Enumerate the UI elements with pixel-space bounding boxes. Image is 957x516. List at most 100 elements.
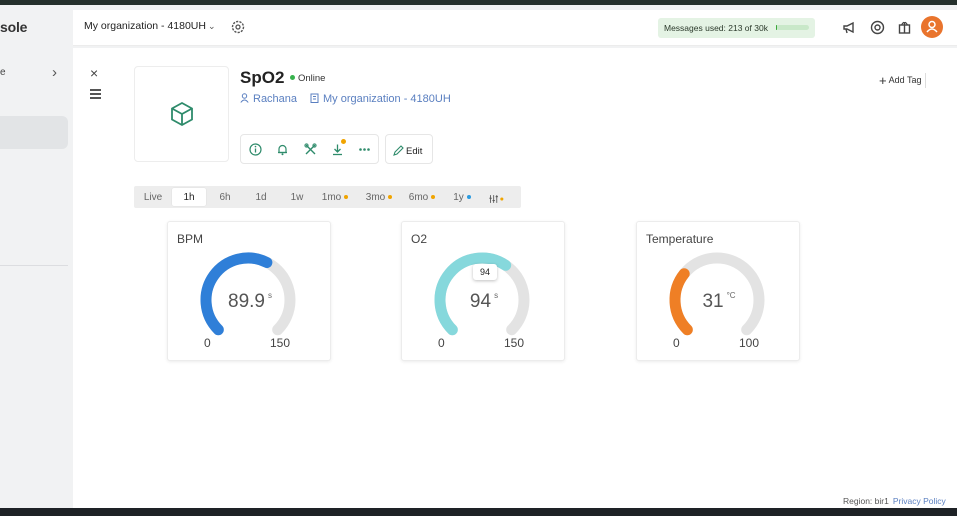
region-label: Region: bir1 xyxy=(843,496,889,506)
menu-icon[interactable] xyxy=(90,89,101,99)
sidebar-item-label: e xyxy=(0,67,6,78)
close-icon[interactable]: × xyxy=(90,65,98,81)
gauge-tooltip: 94 xyxy=(473,264,497,280)
range-tab-dot xyxy=(431,195,436,199)
chevron-down-icon: ⌄ xyxy=(207,21,216,31)
gauge-card-bpm[interactable]: BPM 89.9 s 0 150 xyxy=(167,221,331,361)
device-actions-toolbar xyxy=(240,134,379,164)
range-tab-6mo[interactable]: 6mo xyxy=(402,188,442,206)
gear-icon[interactable] xyxy=(230,19,246,35)
range-tab-dot xyxy=(388,195,393,199)
top-header: My organization - 4180UH ⌄ Messages used:… xyxy=(73,10,957,46)
window-bottom-strip xyxy=(0,508,957,516)
gauge-min: 0 xyxy=(204,336,211,350)
gauge-value: 31 °C xyxy=(637,291,801,313)
gauge-unit: s xyxy=(494,291,499,300)
range-tab-label: 3mo xyxy=(365,192,386,203)
gauge-value-number: 89.9 xyxy=(228,291,265,312)
gauge-value: 89.9 s xyxy=(168,291,332,313)
organization-selector-label: My organization - 4180UH xyxy=(84,20,206,32)
time-range-tabs: 1y 6mo 3mo 1mo 1w 1d 6h 1h Live xyxy=(134,186,521,208)
chevron-right-icon: › xyxy=(52,64,57,81)
sidebar-divider xyxy=(0,265,68,266)
gauge-max: 150 xyxy=(504,336,525,350)
gauge-value: 94 s xyxy=(402,291,566,313)
organization-link[interactable]: My organization - 4180UH xyxy=(310,93,451,105)
messages-usage-fill xyxy=(776,25,777,30)
sidebar: sole e › xyxy=(0,5,72,508)
plus-icon: + xyxy=(879,73,887,88)
gauge-unit: s xyxy=(267,291,272,300)
gauge-card-o2[interactable]: O2 94 s 0 150 94 xyxy=(401,221,565,361)
status-dot xyxy=(290,75,295,80)
range-tab-label: 1d xyxy=(255,192,267,203)
edit-button[interactable]: Edit xyxy=(385,134,433,164)
range-tab-label: 6h xyxy=(219,192,231,203)
footer: Region: bir1 Privacy Policy xyxy=(843,496,946,506)
megaphone-icon[interactable] xyxy=(841,19,858,36)
messages-used-badge: Messages used: 213 of 30k xyxy=(658,18,815,38)
gauge-max: 100 xyxy=(739,336,760,350)
gauge-card-temperature[interactable]: Temperature 31 °C 0 100 xyxy=(636,221,800,361)
range-tab-label: 1mo xyxy=(321,192,342,203)
status-label: Online xyxy=(298,73,326,84)
gauge-min: 0 xyxy=(438,336,445,350)
gauge-max: 150 xyxy=(270,336,291,350)
edit-label: Edit xyxy=(406,146,423,157)
organization-name: My organization - 4180UH xyxy=(323,93,451,105)
bell-icon[interactable] xyxy=(275,142,290,157)
building-icon xyxy=(310,93,319,103)
gauge-title: O2 xyxy=(411,232,428,246)
range-tab-label: 6mo xyxy=(408,192,429,203)
range-tab-1h[interactable]: 1h xyxy=(172,188,206,206)
gauge-min: 0 xyxy=(673,336,680,350)
device-detail-panel: × SpO2 Online Rachana My organization - … xyxy=(73,48,957,508)
gauge-unit: °C xyxy=(726,291,736,300)
range-tab-6h[interactable]: 6h xyxy=(208,188,242,206)
range-tab-1w[interactable]: 1w xyxy=(280,188,314,206)
support-icon[interactable] xyxy=(869,19,886,36)
app-root: sole e › My organization - 4180UH ⌄ Messa… xyxy=(0,5,957,508)
add-tag-button[interactable]: + Add Tag xyxy=(879,73,927,88)
messages-usage-bar xyxy=(776,25,809,30)
gauge-value-number: 31 xyxy=(702,291,724,312)
range-tab-dot xyxy=(466,195,471,199)
owner-name: Rachana xyxy=(253,93,298,105)
range-tab-1mo[interactable]: 1mo xyxy=(315,188,355,206)
range-tab-1d[interactable]: 1d xyxy=(244,188,278,206)
range-tab-label: 1y xyxy=(453,192,464,203)
filter-icon[interactable] xyxy=(485,188,507,206)
device-title: SpO2 xyxy=(240,68,285,87)
download-icon[interactable] xyxy=(330,142,345,157)
range-tab-dot xyxy=(344,195,349,199)
device-status: Online xyxy=(290,73,325,84)
owner-link[interactable]: Rachana xyxy=(240,93,297,105)
edit-icon xyxy=(393,145,404,156)
info-icon[interactable] xyxy=(248,142,263,157)
range-tab-label: 1w xyxy=(290,192,304,203)
privacy-policy-link[interactable]: Privacy Policy xyxy=(893,496,946,506)
range-tab-Live[interactable]: Live xyxy=(138,188,168,206)
range-tab-label: 1h xyxy=(183,192,195,203)
cube-icon xyxy=(171,101,193,127)
organization-selector[interactable]: My organization - 4180UH ⌄ xyxy=(84,20,216,32)
sidebar-item-active[interactable] xyxy=(0,116,68,149)
messages-used-text: Messages used: 213 of 30k xyxy=(664,23,768,33)
user-avatar[interactable] xyxy=(921,16,943,38)
gauge-title: Temperature xyxy=(646,232,714,246)
range-tab-3mo[interactable]: 3mo xyxy=(359,188,399,206)
tools-icon[interactable] xyxy=(303,142,318,157)
range-tab-1y[interactable]: 1y xyxy=(446,188,478,206)
user-icon xyxy=(240,93,249,103)
gauge-title: BPM xyxy=(177,232,204,246)
brand-name: sole xyxy=(0,19,28,35)
more-icon[interactable] xyxy=(357,142,372,157)
gauge-value-number: 94 xyxy=(469,291,492,312)
add-tag-label: Add Tag xyxy=(888,75,922,85)
sidebar-item-expandable[interactable]: e › xyxy=(0,63,68,85)
range-tab-label: Live xyxy=(143,192,163,203)
gift-icon[interactable] xyxy=(896,19,913,36)
user-icon xyxy=(926,20,938,33)
filter-dot xyxy=(500,197,504,201)
device-image xyxy=(134,66,229,162)
